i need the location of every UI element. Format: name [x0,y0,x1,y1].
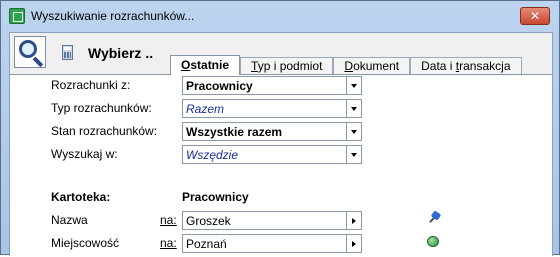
tab-dokument[interactable]: Dokument [333,57,411,75]
nazwa-label: Nazwa [51,213,88,227]
close-button[interactable]: ✕ [520,7,550,25]
chevron-down-icon [351,129,357,134]
rozrachunki-select[interactable]: Pracownicy [182,76,362,95]
kartoteka-label: Kartoteka: [51,190,111,204]
nazwa-field[interactable]: Groszek [182,211,362,230]
stan-select[interactable]: Wszystkie razem [182,122,362,141]
globe-icon[interactable] [427,236,439,247]
typ-select[interactable]: Razem [182,99,362,118]
stan-dropdown-button[interactable] [346,123,361,140]
tab-typ-i-podmiot[interactable]: Typ i podmiot [240,57,334,75]
wyszukaj-value: Wszędzie [186,147,239,162]
nazwa-na-link[interactable]: na: [160,213,177,227]
magnifier-icon [14,36,46,68]
page-title: Wybierz .. [88,45,154,61]
nazwa-value: Groszek [186,213,231,228]
chevron-right-icon [352,240,356,247]
chevron-down-icon [351,152,357,157]
chevron-right-icon [352,217,356,224]
tab-data-i-transakcja[interactable]: Data i transakcja [410,57,522,75]
rozrachunki-dropdown-button[interactable] [346,77,361,94]
chevron-down-icon [351,83,357,88]
nazwa-picker-button[interactable] [346,212,361,229]
miejscowosc-value: Poznań [186,236,227,251]
wyszukaj-label: Wyszukaj w: [51,147,118,161]
rozrachunki-value: Pracownicy [186,78,253,93]
chevron-down-icon [351,106,357,111]
miejscowosc-picker-button[interactable] [346,235,361,252]
wyszukaj-select[interactable]: Wszędzie [182,145,362,164]
tab-ostatnie[interactable]: Ostatnie [170,55,241,75]
search-window: Wyszukiwanie rozrachunków... ✕ Wybierz .… [0,0,560,257]
wyszukaj-dropdown-button[interactable] [346,146,361,163]
title-bar[interactable]: Wyszukiwanie rozrachunków... ✕ [1,1,559,31]
client-area: Wybierz .. Ostatnie Typ i podmiot Dokume… [9,32,553,257]
rozrachunki-label: Rozrachunki z: [51,78,131,92]
typ-value: Razem [186,101,225,116]
miejscowosc-field[interactable]: Poznań [182,234,362,253]
tab-strip: Ostatnie Typ i podmiot Dokument Data i t… [170,55,522,75]
typ-label: Typ rozrachunków: [51,101,152,115]
stan-value: Wszystkie razem [186,124,283,139]
pushpin-icon[interactable] [427,210,442,226]
miejscowosc-label: Miejscowość [51,236,120,250]
window-title: Wyszukiwanie rozrachunków... [31,9,195,23]
app-icon [9,8,25,24]
header: Wybierz .. Ostatnie Typ i podmiot Dokume… [10,33,552,75]
kartoteka-value: Pracownicy [182,190,249,204]
miejscowosc-na-link[interactable]: na: [160,236,177,250]
stan-label: Stan rozrachunków: [51,124,158,138]
calculator-icon[interactable] [62,45,73,60]
tab-panel-ostatnie: Rozrachunki z: Pracownicy Typ rozrachunk… [10,74,552,257]
typ-dropdown-button[interactable] [346,100,361,117]
